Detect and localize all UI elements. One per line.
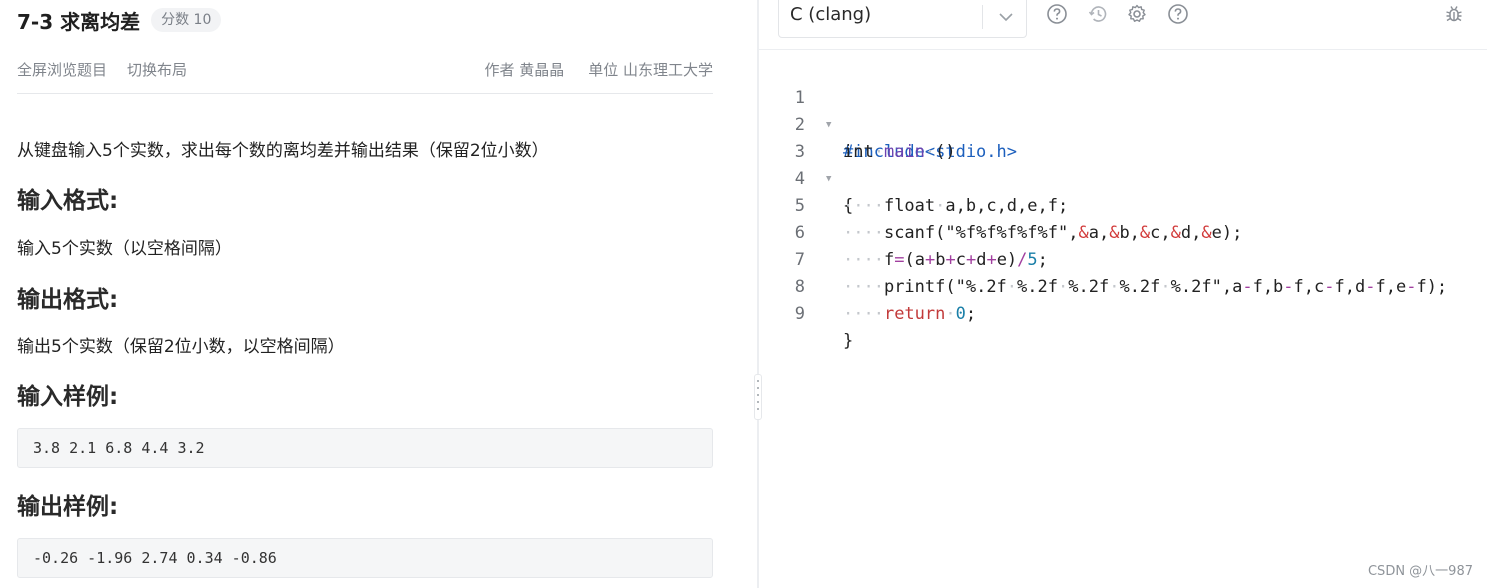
sample-input-heading: 输入样例: (17, 384, 119, 410)
header-divider (17, 93, 713, 94)
problem-meta-row: 全屏浏览题目 切换布局 作者 黄晶晶 单位 山东理工大学 (17, 58, 713, 80)
problem-title: 7-3 求离均差 (17, 9, 141, 34)
problem-panel: 7-3 求离均差 分数 10 全屏浏览题目 切换布局 作者 黄晶晶 单位 山东理… (0, 0, 757, 588)
help-circle-icon[interactable] (1167, 3, 1189, 25)
settings-gear-icon[interactable] (1126, 3, 1148, 25)
code-line[interactable]: 7 ····printf("%.2f·%.2f·%.2f·%.2f·%.2f",… (759, 220, 1487, 297)
input-format-text: 输入5个实数（以空格间隔） (17, 239, 232, 259)
code-text: ····return·0; (843, 304, 977, 324)
language-select-separator (982, 5, 983, 29)
bug-icon[interactable] (1443, 3, 1465, 25)
code-line[interactable]: 5 ····scanf("%f%f%f%f%f",&a,&b,&c,&d,&e)… (759, 166, 1487, 243)
sample-output-heading: 输出样例: (17, 494, 119, 520)
code-editor[interactable]: 1 ▼ #include<stdio.h> 2 int·main·() 3 ▼ … (759, 58, 1487, 588)
sample-output-box[interactable]: -0.26 -1.96 2.74 0.34 -0.86 (17, 538, 713, 578)
chevron-down-icon[interactable] (996, 7, 1016, 27)
language-select[interactable]: C (clang) (778, 0, 1027, 38)
sample-input-box[interactable]: 3.8 2.1 6.8 4.4 3.2 (17, 428, 713, 468)
unit-info: 单位 山东理工大学 (588, 60, 713, 79)
output-format-heading: 输出格式: (17, 287, 119, 313)
code-line[interactable]: 4 ····float·a,b,c,d,e,f; (759, 139, 1487, 216)
output-format-text: 输出5个实数（保留2位小数，以空格间隔） (17, 337, 345, 357)
editor-panel: C (clang) 1 ▼ #include<stdio.h> 2 int·ma… (759, 0, 1487, 588)
code-line[interactable]: 6 ····f=(a+b+c+d+e)/5; (759, 193, 1487, 270)
code-text: } (843, 331, 854, 351)
problem-title-row: 7-3 求离均差 分数 10 (17, 6, 222, 34)
watermark: CSDN @八一987 (1367, 564, 1473, 579)
code-line[interactable]: 2 int·main·() (759, 85, 1487, 162)
score-badge: 分数 10 (151, 8, 222, 32)
line-number: 9 (794, 304, 805, 324)
input-format-heading: 输入格式: (17, 188, 119, 214)
language-select-value: C (clang) (790, 4, 872, 25)
code-line[interactable]: 3 ▼ { (759, 112, 1487, 216)
history-icon[interactable] (1087, 3, 1109, 25)
switch-layout-link[interactable]: 切换布局 (127, 59, 187, 80)
code-line[interactable]: 9 } (759, 274, 1487, 351)
author-info: 作者 黄晶晶 (484, 60, 565, 79)
problem-description: 从键盘输入5个实数，求出每个数的离均差并输出结果（保留2位小数） (17, 141, 549, 161)
help-circle-icon[interactable] (1046, 3, 1068, 25)
fullscreen-view-link[interactable]: 全屏浏览题目 (17, 59, 107, 80)
editor-toolbar: C (clang) (759, 0, 1487, 50)
code-line[interactable]: 1 ▼ #include<stdio.h> (759, 58, 1487, 162)
code-line[interactable]: 8 ····return·0; (759, 247, 1487, 324)
